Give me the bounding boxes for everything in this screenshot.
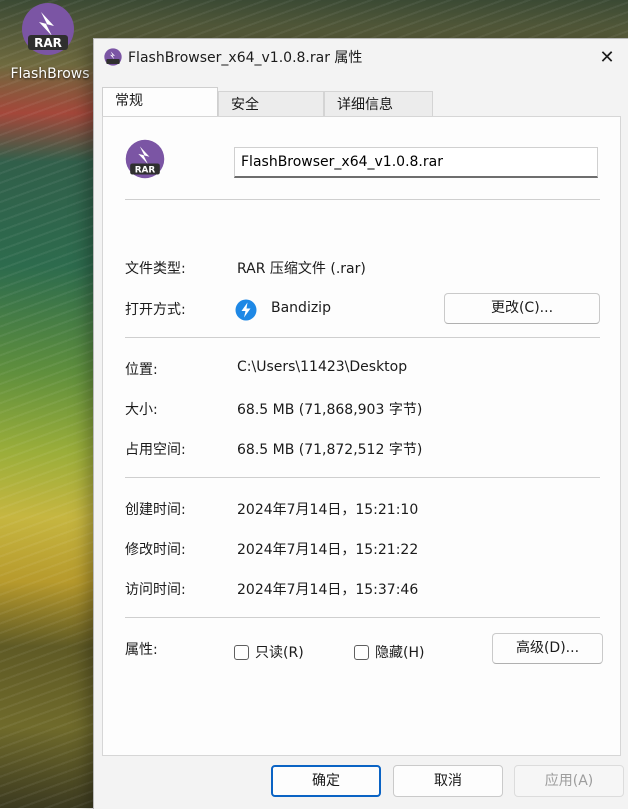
- bandizip-icon: [235, 299, 257, 321]
- location-value: C:\Users\11423\Desktop: [237, 359, 408, 375]
- close-button[interactable]: ✕: [585, 39, 628, 75]
- rar-archive-icon: RAR: [125, 139, 165, 179]
- apply-button[interactable]: 应用(A): [514, 765, 624, 797]
- readonly-label: 只读(R): [255, 645, 304, 661]
- rar-archive-icon: RAR: [22, 3, 74, 55]
- tab-general[interactable]: 常规: [102, 87, 218, 118]
- disk-size-label: 占用空间:: [125, 442, 186, 458]
- rar-badge-text: RAR: [34, 36, 62, 50]
- readonly-checkbox[interactable]: 只读(R): [234, 642, 304, 662]
- tab-details[interactable]: 详细信息: [324, 91, 433, 118]
- location-label: 位置:: [125, 362, 158, 378]
- title-bar: FlashBrowser_x64_v1.0.8.rar 属性 ✕: [94, 39, 628, 75]
- divider: [125, 477, 600, 478]
- checkbox-box[interactable]: [354, 644, 369, 660]
- close-icon: ✕: [599, 46, 615, 68]
- created-label: 创建时间:: [125, 502, 186, 518]
- modified-value: 2024年7月14日，15:21:22: [237, 542, 419, 558]
- hidden-checkbox[interactable]: 隐藏(H): [354, 642, 424, 662]
- desktop-icon-label: FlashBrows: [10, 66, 90, 82]
- rar-archive-icon: [104, 48, 122, 66]
- size-value: 68.5 MB (71,868,903 字节): [237, 402, 423, 418]
- disk-size-value: 68.5 MB (71,872,512 字节): [237, 442, 423, 458]
- size-label: 大小:: [125, 402, 158, 418]
- modified-label: 修改时间:: [125, 542, 186, 558]
- rar-badge-text: RAR: [135, 165, 156, 175]
- file-type-value: RAR 压缩文件 (.rar): [237, 261, 366, 277]
- divider: [125, 337, 600, 338]
- divider: [125, 199, 600, 200]
- tab-security[interactable]: 安全: [218, 91, 324, 118]
- accessed-label: 访问时间:: [125, 582, 186, 598]
- ok-button[interactable]: 确定: [271, 765, 381, 797]
- divider: [125, 617, 600, 618]
- accessed-value: 2024年7月14日，15:37:46: [237, 582, 419, 598]
- open-with-label: 打开方式:: [125, 302, 186, 318]
- change-button[interactable]: 更改(C)...: [444, 293, 600, 324]
- desktop-icon-flashbrowser[interactable]: RAR FlashBrows: [8, 2, 90, 82]
- tab-bar: 常规 安全 详细信息: [102, 87, 433, 118]
- attributes-label: 属性:: [125, 642, 158, 658]
- cancel-button[interactable]: 取消: [393, 765, 503, 797]
- open-with-app: Bandizip: [271, 300, 331, 316]
- hidden-label: 隐藏(H): [375, 645, 425, 661]
- filename-input[interactable]: [234, 147, 598, 178]
- general-panel: RAR 文件类型: RAR 压缩文件 (.rar) 打开方式: Bandizip…: [102, 116, 621, 756]
- checkbox-box[interactable]: [234, 644, 249, 660]
- dialog-title: FlashBrowser_x64_v1.0.8.rar 属性: [128, 50, 363, 66]
- file-type-label: 文件类型:: [125, 261, 186, 277]
- created-value: 2024年7月14日，15:21:10: [237, 502, 419, 518]
- properties-dialog: FlashBrowser_x64_v1.0.8.rar 属性 ✕ 常规 安全 详…: [93, 38, 628, 809]
- advanced-button[interactable]: 高级(D)...: [492, 633, 603, 664]
